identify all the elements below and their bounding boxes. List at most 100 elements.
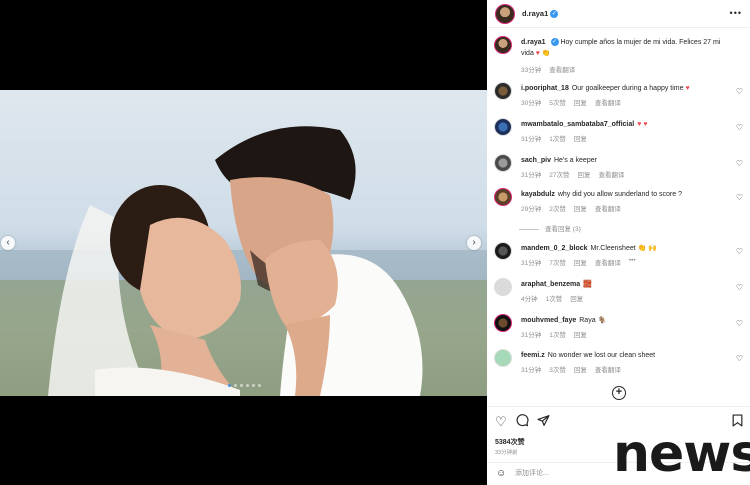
carousel-dot	[246, 384, 249, 387]
share-icon[interactable]	[537, 414, 550, 430]
chevron-left-icon[interactable]: ‹	[1, 236, 15, 250]
see-translation-button[interactable]: 查看翻译	[595, 364, 621, 374]
comment-emoji: ♥	[685, 85, 690, 92]
commenter-username[interactable]: araphat_benzema	[521, 281, 580, 288]
post-header: d.raya1 ✓ •••	[487, 0, 750, 28]
author-avatar[interactable]	[494, 36, 512, 54]
comment-meta: 29分钟 2次赞 回复 查看翻译	[521, 203, 621, 213]
heart-icon[interactable]: ♡	[736, 283, 743, 292]
comment-likes[interactable]: 7次赞	[549, 257, 566, 267]
like-count[interactable]: 5384次赞	[495, 437, 525, 447]
comment-emoji: 👏 🙌	[637, 245, 658, 252]
comment-likes[interactable]: 3次赞	[549, 364, 566, 374]
comment-more-icon[interactable]: •••	[629, 257, 636, 267]
commenter-username[interactable]: mandem_0_2_block	[521, 245, 588, 252]
heart-icon[interactable]: ♡	[736, 319, 743, 328]
comment-meta: 31分钟 1次赞 回复	[521, 329, 587, 339]
see-translation-button[interactable]: 查看翻译	[595, 203, 621, 213]
reply-button[interactable]: 回复	[574, 329, 587, 339]
comment-likes[interactable]: 5次赞	[549, 97, 566, 107]
commenter-avatar[interactable]	[494, 154, 512, 172]
commenter-username[interactable]: kayabdulz	[521, 191, 555, 198]
commenter-username[interactable]: mouhvmed_faye	[521, 317, 576, 324]
reply-button[interactable]: 回复	[570, 293, 583, 303]
more-options-icon[interactable]: •••	[730, 8, 742, 18]
verified-badge-icon: ✓	[550, 38, 559, 47]
comment-text: i.pooriphat_18 Our goalkeeper during a ha…	[521, 83, 726, 94]
comment-text: feemi.z No wonder we lost our clean sheet	[521, 350, 726, 361]
reply-button[interactable]: 回复	[574, 257, 587, 267]
comment-body: He's a keeper	[553, 157, 597, 164]
view-replies-button[interactable]: 查看回复 (3)	[519, 223, 581, 233]
heart-icon[interactable]: ♡	[495, 414, 507, 430]
commenter-avatar[interactable]	[494, 188, 512, 206]
comment-text: mouhvmed_faye Raya 🐐	[521, 315, 726, 326]
heart-icon[interactable]: ♡	[736, 123, 743, 132]
plus-circle-icon[interactable]: +	[612, 386, 626, 400]
see-translation-button[interactable]: 查看翻译	[598, 169, 624, 179]
author-username[interactable]: d.raya1	[522, 9, 548, 18]
comment-meta: 31分钟 3次赞 回复 查看翻译	[521, 364, 621, 374]
comment-meta: 31分钟 7次赞 回复 查看翻译 •••	[521, 257, 636, 267]
chevron-right-icon[interactable]: ›	[467, 236, 481, 250]
caption-emoji: ♥ 👏	[535, 50, 551, 57]
carousel-dot	[252, 384, 255, 387]
author-avatar[interactable]	[495, 3, 515, 24]
commenter-avatar[interactable]	[494, 242, 512, 260]
comment-meta: 30分钟 5次赞 回复 查看翻译	[521, 97, 621, 107]
comment-icon[interactable]	[516, 414, 529, 430]
carousel-dot	[258, 384, 261, 387]
photo-illustration	[0, 126, 487, 396]
heart-icon[interactable]: ♡	[736, 354, 743, 363]
commenter-avatar[interactable]	[494, 82, 512, 100]
comment-time: 31分钟	[521, 260, 542, 267]
reply-button[interactable]: 回复	[577, 169, 590, 179]
comment-emoji: 🧱	[583, 281, 592, 288]
default-avatar-icon[interactable]	[494, 278, 512, 296]
comment-body: No wonder we lost our clean sheet	[547, 352, 656, 359]
reply-button[interactable]: 回复	[574, 364, 587, 374]
comment-meta: 4分钟 1次赞 回复	[521, 293, 583, 303]
commenter-avatar[interactable]	[494, 118, 512, 136]
post-sidebar: d.raya1 ✓ ••• d.raya1 ✓ Hoy cumple años l…	[487, 0, 750, 485]
see-translation-button[interactable]: 查看翻译	[595, 97, 621, 107]
comment-body: why did you allow sunderland to score ?	[557, 191, 682, 198]
comment-body: Mr.Cleensheet	[590, 245, 636, 252]
comment-time: 31分钟	[521, 332, 542, 339]
see-translation-button[interactable]: 查看翻译	[549, 64, 575, 74]
heart-icon[interactable]: ♡	[736, 193, 743, 202]
comment-time: 30分钟	[521, 100, 542, 107]
comment-likes[interactable]: 1次赞	[549, 329, 566, 339]
comment-emoji: 🐐	[597, 317, 607, 324]
commenter-username[interactable]: feemi.z	[521, 352, 545, 359]
heart-icon[interactable]: ♡	[736, 87, 743, 96]
caption-meta: 33分钟 查看翻译	[521, 64, 575, 74]
post-media: ‹ ›	[0, 0, 487, 485]
comment-input[interactable]: 添加评论...	[515, 468, 549, 478]
comment-text: mwambatalo_sambataba7_official ♥ ♥	[521, 119, 726, 130]
see-translation-button[interactable]: 查看翻译	[595, 257, 621, 267]
reply-button[interactable]: 回复	[574, 133, 587, 143]
comment-likes[interactable]: 2次赞	[549, 203, 566, 213]
commenter-username[interactable]: sach_piv	[521, 157, 551, 164]
reply-button[interactable]: 回复	[574, 97, 587, 107]
commenter-avatar[interactable]	[494, 314, 512, 332]
caption-username[interactable]: d.raya1	[521, 39, 546, 46]
comment-time: 4分钟	[521, 296, 538, 303]
comment-meta: 31分钟 27次赞 回复 查看翻译	[521, 169, 624, 179]
comment-text: mandem_0_2_block Mr.Cleensheet 👏 🙌	[521, 243, 726, 254]
commenter-avatar[interactable]	[494, 349, 512, 367]
comment-likes[interactable]: 27次赞	[549, 169, 569, 179]
heart-icon[interactable]: ♡	[736, 247, 743, 256]
reply-button[interactable]: 回复	[574, 203, 587, 213]
wedding-photo	[0, 90, 487, 396]
caption-time: 33分钟	[521, 67, 542, 74]
comment-text: araphat_benzema 🧱	[521, 279, 726, 290]
commenter-username[interactable]: mwambatalo_sambataba7_official	[521, 121, 634, 128]
emoji-icon[interactable]: ☺	[496, 468, 506, 479]
heart-icon[interactable]: ♡	[736, 159, 743, 168]
comment-likes[interactable]: 1次赞	[549, 133, 566, 143]
carousel-dot	[234, 384, 237, 387]
comment-likes[interactable]: 1次赞	[546, 293, 563, 303]
commenter-username[interactable]: i.pooriphat_18	[521, 85, 569, 92]
